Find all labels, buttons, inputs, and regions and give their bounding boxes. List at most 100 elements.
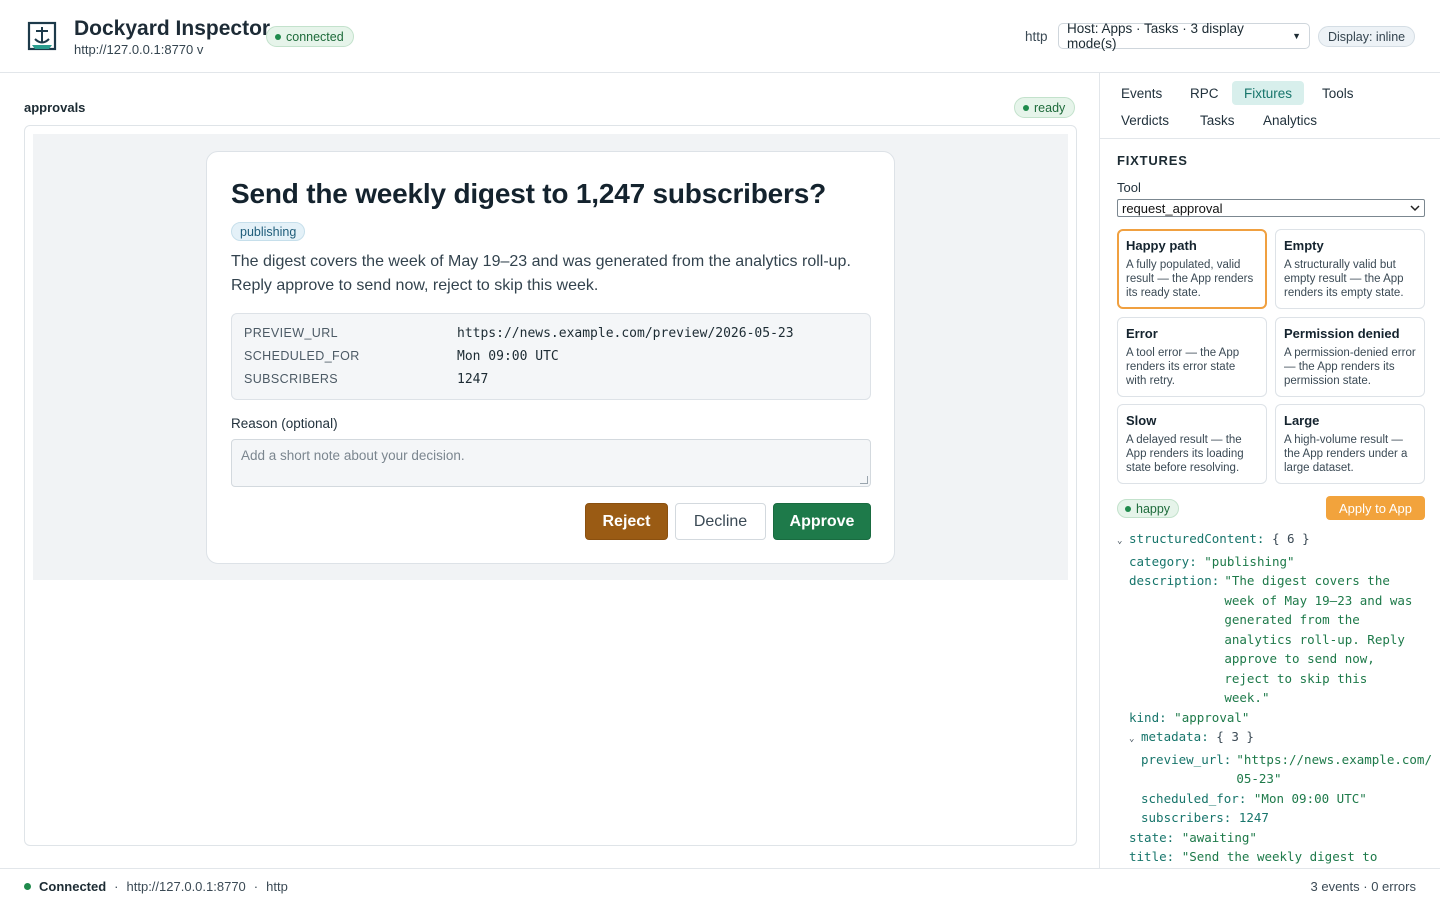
fixture-card-empty[interactable]: Empty A structurally valid but empty res… — [1275, 229, 1425, 309]
json-value: "Send the weekly digest to — [1181, 849, 1378, 864]
fixture-card-happy-path[interactable]: Happy path A fully populated, valid resu… — [1117, 229, 1267, 309]
metadata-value: https://news.example.com/preview/2026-05… — [457, 325, 794, 341]
json-key: scheduled_for: — [1141, 790, 1247, 806]
frame-status-label: ready — [1034, 100, 1066, 115]
json-key: state: — [1129, 829, 1175, 845]
connection-status-label: connected — [286, 29, 344, 44]
server-url-selector[interactable]: http://127.0.0.1:8770 v — [74, 42, 203, 57]
json-value-line: approve to send now, — [1224, 651, 1375, 666]
resize-handle-icon[interactable] — [860, 476, 868, 484]
fixture-name: Permission denied — [1284, 326, 1400, 341]
json-key: metadata: — [1141, 729, 1209, 744]
json-value-line: 05-23" — [1236, 771, 1282, 786]
metadata-row: SCHEDULED_FOR Mon 09:00 UTC — [244, 346, 559, 366]
tool-label: Tool — [1117, 180, 1141, 195]
chevron-down-icon: ⌄ — [1117, 536, 1123, 546]
status-dot-icon — [24, 883, 31, 890]
json-line[interactable]: ⌄ metadata: { 3 } — [1117, 727, 1440, 750]
tab-fixtures[interactable]: Fixtures — [1232, 81, 1305, 105]
json-value: "Mon 09:00 UTC" — [1253, 790, 1367, 806]
approval-description: The digest covers the week of May 19–23 … — [231, 253, 851, 294]
status-dot-icon — [1125, 505, 1131, 512]
json-line: preview_url: "https://news.example.com/ … — [1117, 750, 1440, 789]
footer-separator: · — [114, 879, 119, 894]
fixture-description: A delayed result — the App renders its l… — [1126, 434, 1244, 474]
metadata-key: SUBSCRIBERS — [244, 372, 339, 386]
display-mode-label: Display: inline — [1328, 29, 1406, 44]
tab-tasks[interactable]: Tasks — [1188, 108, 1247, 132]
fixture-card-permission-denied[interactable]: Permission denied A permission-denied er… — [1275, 317, 1425, 397]
connection-status-badge: connected — [266, 26, 354, 47]
decline-button[interactable]: Decline — [675, 503, 766, 540]
main-panel: approvals ready Send the weekly digest t… — [0, 73, 1100, 868]
footer-separator: · — [253, 879, 259, 894]
json-value: "The digest covers the week of May 19–23… — [1224, 571, 1412, 708]
json-preview: ⌄ structuredContent: { 6 } category: "pub… — [1117, 529, 1440, 867]
fixture-name: Empty — [1284, 238, 1324, 253]
approval-card: Send the weekly digest to 1,247 subscrib… — [206, 151, 895, 564]
metadata-value: 1247 — [457, 371, 489, 387]
chevron-down-icon: ▼ — [1292, 31, 1301, 41]
fixture-card-error[interactable]: Error A tool error — the App renders its… — [1117, 317, 1267, 397]
json-value-line: generated from the — [1224, 612, 1360, 627]
app-frame: Send the weekly digest to 1,247 subscrib… — [24, 125, 1077, 846]
json-value-line: week." — [1224, 690, 1270, 705]
fixture-name: Error — [1126, 326, 1158, 341]
app-render-area: Send the weekly digest to 1,247 subscrib… — [33, 134, 1068, 580]
tab-events[interactable]: Events — [1109, 81, 1174, 105]
fixture-description: A high-volume result — the App renders u… — [1284, 434, 1408, 474]
json-key: description: — [1129, 573, 1220, 588]
status-bar: Connected · http://127.0.0.1:8770 · http… — [0, 868, 1440, 900]
json-line: category: "publishing" — [1117, 552, 1440, 572]
json-value-line: analytics roll-up. Reply — [1224, 631, 1405, 647]
tab-verdicts[interactable]: Verdicts — [1109, 108, 1181, 132]
json-value: 1247 — [1238, 810, 1269, 825]
metadata-row: PREVIEW_URL https://news.example.com/pre… — [244, 323, 794, 343]
host-mode-label: Host: Apps · Tasks · 3 display mode(s) — [1067, 21, 1244, 51]
fixture-name: Slow — [1126, 413, 1157, 428]
tab-analytics[interactable]: Analytics — [1251, 108, 1329, 132]
reason-textarea[interactable]: Add a short note about your decision. — [231, 439, 871, 487]
reject-button[interactable]: Reject — [585, 503, 668, 540]
fixture-name: Large — [1284, 413, 1320, 428]
json-value: "awaiting" — [1181, 829, 1257, 845]
json-key: kind: — [1129, 709, 1167, 725]
metadata-key: SCHEDULED_FOR — [244, 349, 360, 363]
app-header: Dockyard Inspector http://127.0.0.1:8770… — [0, 0, 1440, 73]
host-mode-select[interactable]: Host: Apps · Tasks · 3 display mode(s) ▼ — [1058, 21, 1310, 51]
json-line: kind: "approval" — [1117, 708, 1440, 728]
json-value: "approval" — [1174, 709, 1250, 725]
metadata-key: PREVIEW_URL — [244, 326, 339, 340]
status-dot-icon — [275, 33, 281, 40]
fixture-description: A permission-denied error — the App rend… — [1284, 347, 1416, 387]
footer-url: http://127.0.0.1:8770 — [126, 879, 246, 894]
frame-label: approvals — [24, 100, 86, 115]
fixture-card-slow[interactable]: Slow A delayed result — the App renders … — [1117, 404, 1267, 484]
fixture-description: A structurally valid but empty result — … — [1284, 259, 1404, 299]
metadata-row: SUBSCRIBERS 1247 — [244, 369, 488, 389]
app-title: Dockyard Inspector — [74, 17, 271, 40]
inspector-sidebar: Events RPC Fixtures Tools Verdicts Tasks… — [1099, 73, 1440, 868]
json-value-line: reject to skip this — [1224, 670, 1368, 686]
approve-button[interactable]: Approve — [773, 503, 871, 540]
json-key: subscribers: — [1141, 810, 1232, 825]
fixture-description: A tool error — the App renders its error… — [1126, 347, 1240, 387]
frame-status-badge: ready — [1014, 97, 1076, 118]
json-line[interactable]: ⌄ structuredContent: { 6 } — [1117, 529, 1440, 552]
fixture-card-large[interactable]: Large A high-volume result — the App ren… — [1275, 404, 1425, 484]
json-key: title: — [1129, 849, 1175, 864]
footer-summary: 3 events · 0 errors — [1310, 879, 1417, 894]
fixture-description: A fully populated, valid result — the Ap… — [1126, 259, 1254, 299]
reason-label: Reason (optional) — [231, 416, 338, 431]
tab-tools[interactable]: Tools — [1310, 81, 1366, 105]
json-key: structuredContent: — [1129, 531, 1265, 546]
status-dot-icon — [1023, 104, 1029, 111]
display-mode-badge: Display: inline — [1318, 26, 1416, 47]
apply-to-app-button[interactable]: Apply to App — [1326, 496, 1425, 520]
chevron-down-icon — [1410, 204, 1420, 211]
category-badge: publishing — [231, 222, 306, 241]
reason-placeholder: Add a short note about your decision. — [241, 448, 465, 463]
chevron-down-icon: ⌄ — [1129, 734, 1135, 744]
tab-rpc[interactable]: RPC — [1178, 81, 1231, 105]
tool-select[interactable]: request_approval — [1117, 199, 1425, 217]
